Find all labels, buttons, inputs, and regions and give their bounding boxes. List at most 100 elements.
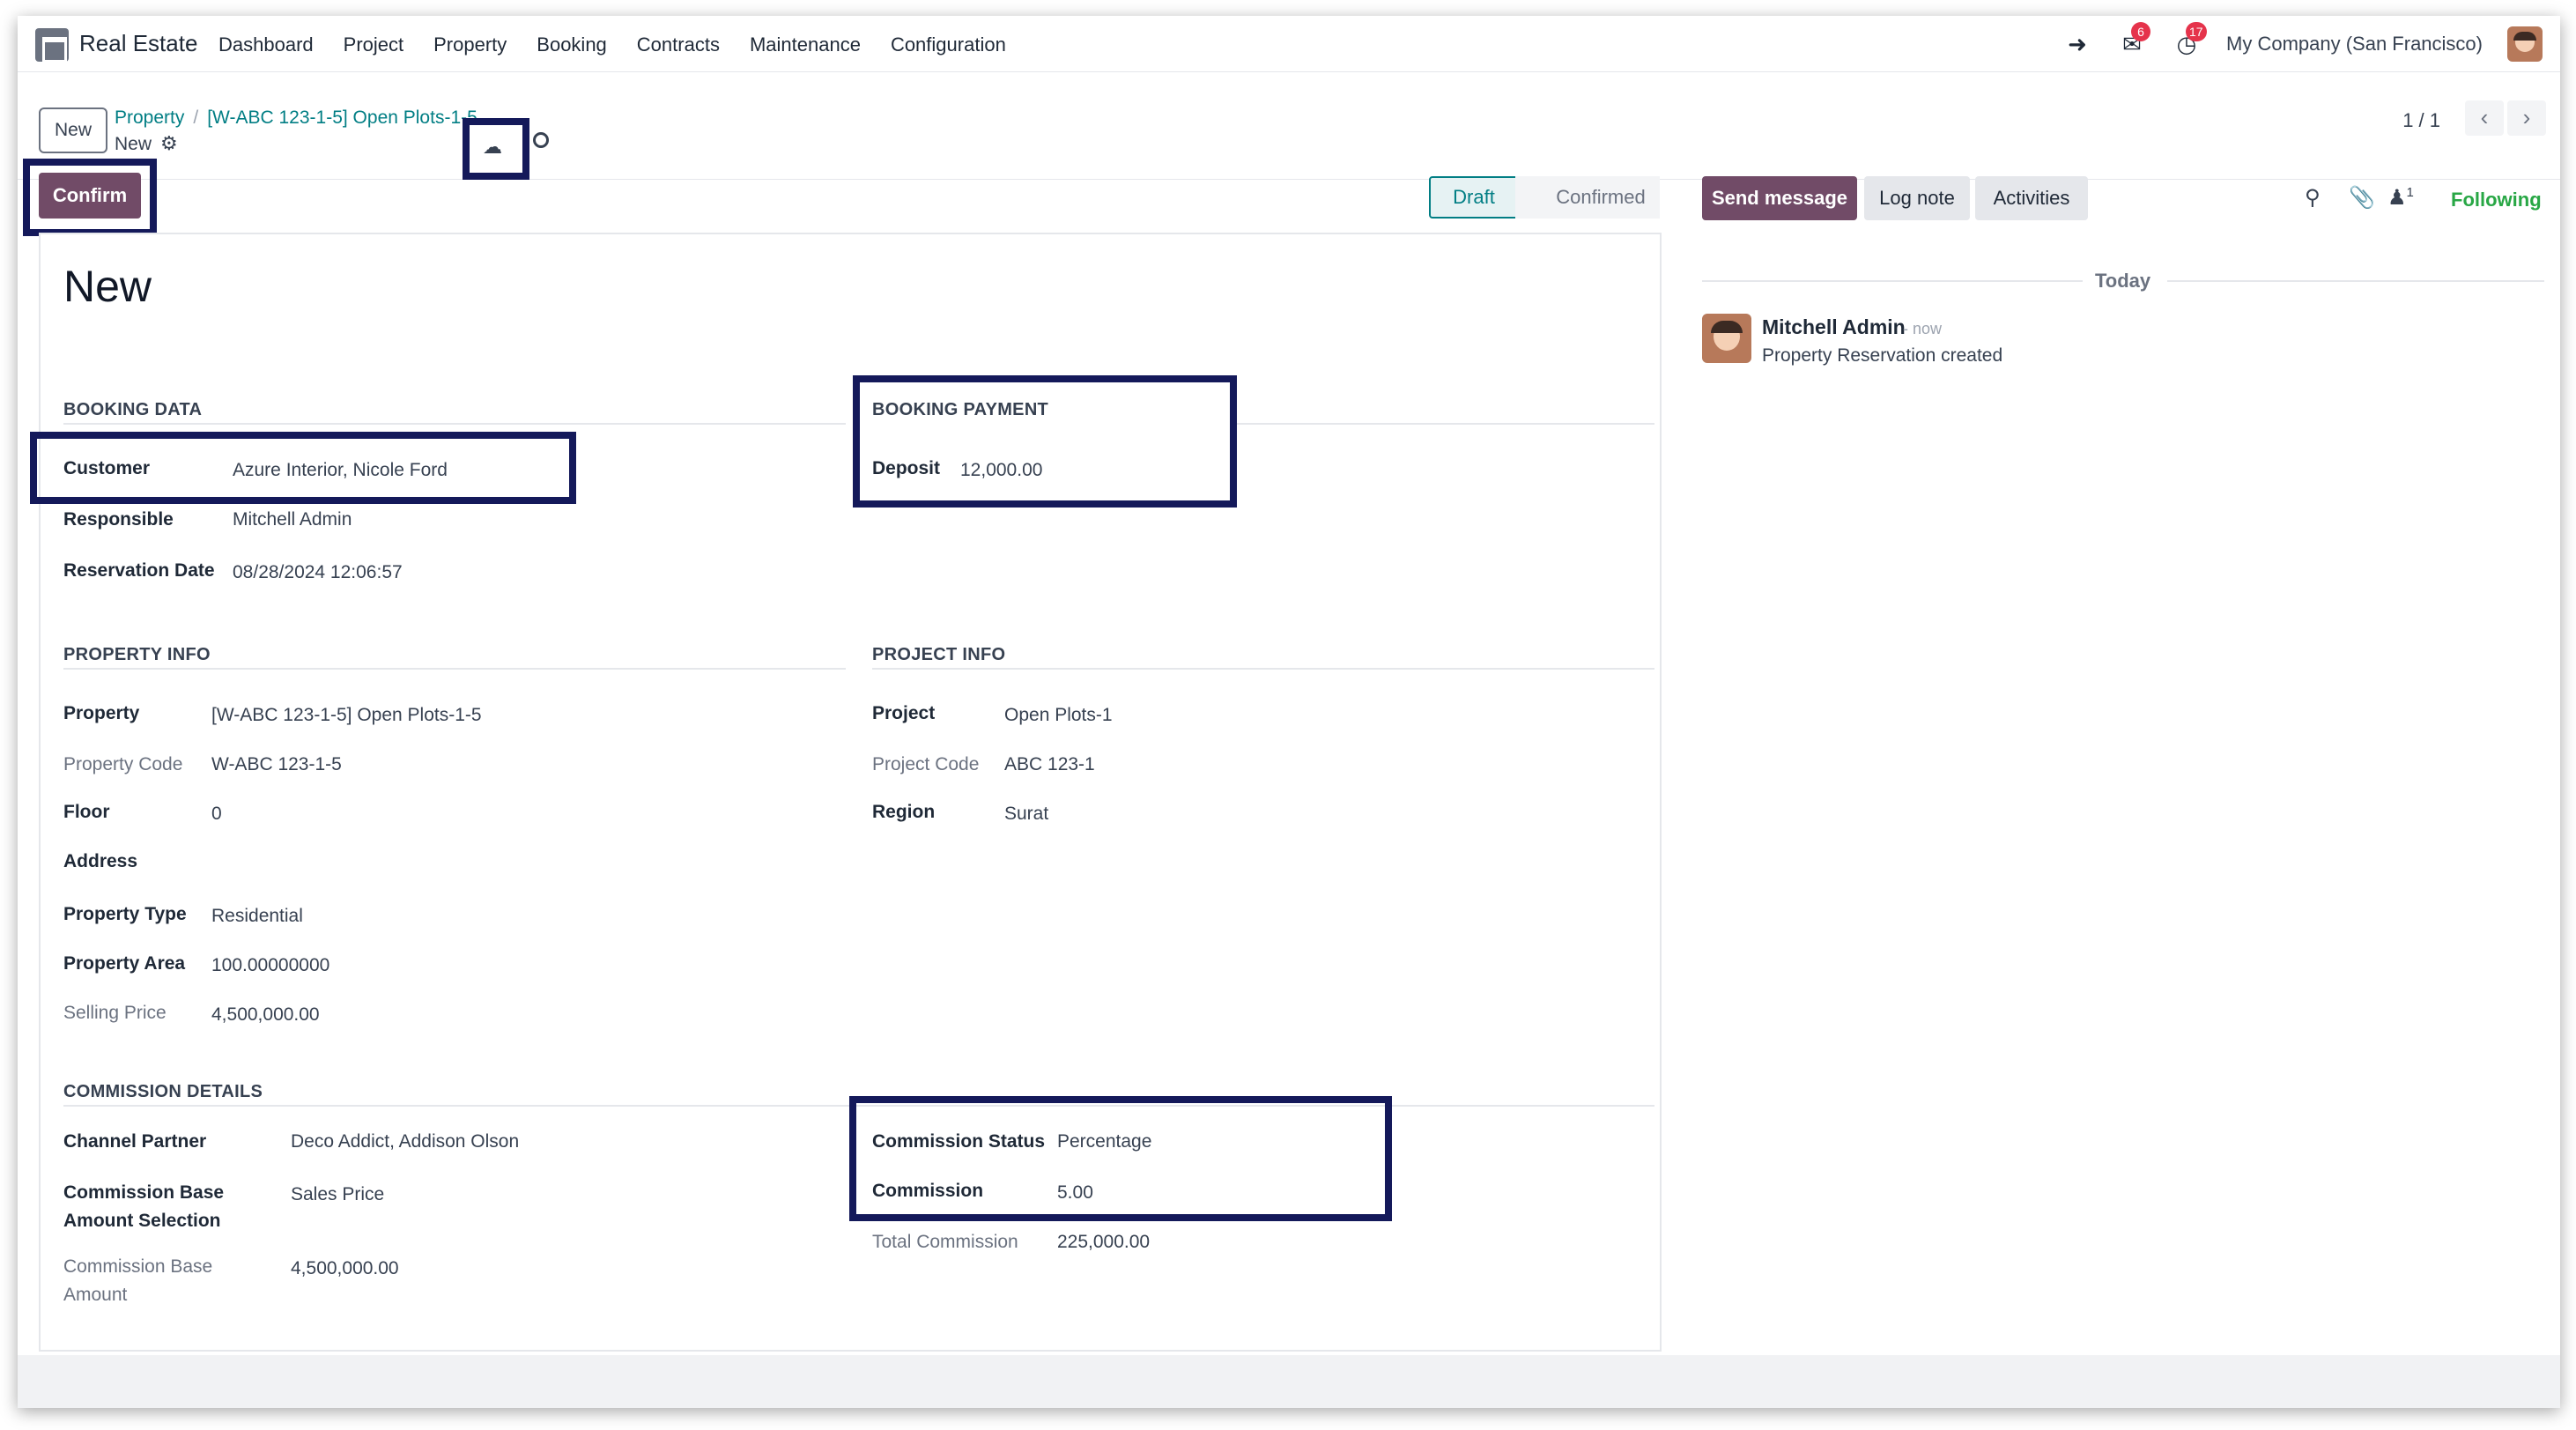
date-separator: Today: [2095, 270, 2151, 292]
project-label: Project: [872, 703, 936, 723]
status-confirmed-label: Confirmed: [1556, 186, 1646, 208]
breadcrumb-record[interactable]: [W-ABC 123-1-5] Open Plots-1-5: [207, 107, 477, 128]
sign-in-icon[interactable]: ➜: [2062, 29, 2092, 59]
commission-highlight-box: [849, 1096, 1392, 1221]
selling-price-label: Selling Price: [63, 1003, 167, 1023]
activities-button[interactable]: Activities: [1975, 176, 2088, 220]
breadcrumb: Property / [W-ABC 123-1-5] Open Plots-1-5: [115, 107, 477, 129]
property-type-field[interactable]: Residential: [211, 906, 303, 927]
booking-payment-highlight-box: [853, 375, 1237, 508]
commission-status-field[interactable]: Percentage: [1057, 1131, 1151, 1152]
total-commission-field: 225,000.00: [1057, 1232, 1151, 1252]
property-label: Property: [63, 703, 140, 723]
gear-icon[interactable]: ⚙: [160, 132, 178, 155]
messages-icon[interactable]: ✉ 6: [2117, 22, 2151, 59]
control-panel: New Property / [W-ABC 123-1-5] Open Plots-…: [18, 72, 2560, 180]
project-code-label: Project Code: [872, 754, 980, 774]
menu-property[interactable]: Property: [433, 33, 507, 56]
responsible-label: Responsible: [63, 509, 174, 530]
deposit-label: Deposit: [872, 458, 941, 478]
commission-details-title: COMMISSION DETAILS: [63, 1082, 263, 1101]
menu-maintenance[interactable]: Maintenance: [750, 33, 861, 56]
property-area-field[interactable]: 100.00000000: [211, 955, 329, 976]
user-avatar[interactable]: [2507, 26, 2543, 62]
record-name[interactable]: New: [63, 261, 152, 312]
commission-base-amount-label-line1: Commission Base: [63, 1256, 213, 1277]
navbar-systray: ➜ ✉ 6 ◷ 17 My Company (San Francisco): [2062, 22, 2543, 63]
app-window: Real Estate Dashboard Project Property B…: [18, 16, 2560, 1408]
pager-previous-icon[interactable]: ‹: [2465, 100, 2504, 136]
followers-icon[interactable]: ♟1: [2387, 185, 2414, 211]
menu-dashboard[interactable]: Dashboard: [218, 33, 314, 56]
commission-base-selection-label-line2: Amount Selection: [63, 1211, 221, 1231]
commission-field[interactable]: 5.00: [1057, 1182, 1093, 1204]
log-note-button[interactable]: Log note: [1864, 176, 1970, 220]
message-author[interactable]: Mitchell Admin: [1762, 315, 1906, 339]
menu-contracts[interactable]: Contracts: [637, 33, 720, 56]
activities-badge: 17: [2186, 22, 2207, 41]
activities-clock-icon[interactable]: ◷ 17: [2172, 22, 2207, 59]
search-icon[interactable]: ⚲: [2305, 185, 2321, 211]
breadcrumb-separator: /: [193, 107, 199, 128]
date-separator-line-left: [1702, 280, 2083, 282]
total-commission-label: Total Commission: [872, 1232, 1018, 1252]
menu-configuration[interactable]: Configuration: [891, 33, 1006, 56]
status-draft-label: Draft: [1453, 186, 1495, 208]
send-message-button[interactable]: Send message: [1702, 176, 1857, 220]
region-field[interactable]: Surat: [1004, 804, 1048, 825]
property-field[interactable]: [W-ABC 123-1-5] Open Plots-1-5: [211, 705, 482, 726]
date-separator-line-right: [2167, 280, 2544, 282]
responsible-field[interactable]: Mitchell Admin: [233, 509, 352, 530]
menu-booking[interactable]: Booking: [537, 33, 607, 56]
property-code-field: W-ABC 123-1-5: [211, 754, 342, 774]
booking-data-divider: [63, 423, 846, 425]
deposit-field[interactable]: 12,000.00: [960, 460, 1042, 481]
message-time: - now: [1903, 320, 1943, 337]
property-area-label: Property Area: [63, 953, 186, 974]
company-switcher[interactable]: My Company (San Francisco): [2226, 33, 2483, 56]
reservation-date-label: Reservation Date: [63, 560, 215, 581]
floor-field[interactable]: 0: [211, 804, 222, 825]
status-draft[interactable]: Draft: [1429, 176, 1519, 219]
customer-label: Customer: [63, 458, 151, 478]
floor-label: Floor: [63, 802, 110, 822]
commission-base-selection-field[interactable]: Sales Price: [291, 1184, 384, 1205]
paperclip-icon[interactable]: 📎: [2349, 185, 2375, 211]
app-name[interactable]: Real Estate: [79, 30, 197, 57]
save-cloud-icon[interactable]: ☁: [483, 136, 502, 159]
discard-icon[interactable]: [533, 132, 549, 148]
channel-partner-field[interactable]: Deco Addict, Addison Olson: [291, 1131, 519, 1152]
project-info-divider: [872, 668, 1654, 670]
new-button[interactable]: New: [39, 107, 107, 153]
customer-field[interactable]: Azure Interior, Nicole Ford: [233, 460, 448, 481]
region-label: Region: [872, 802, 936, 822]
project-info-title: PROJECT INFO: [872, 645, 1006, 664]
address-label: Address: [63, 851, 138, 871]
confirm-button[interactable]: Confirm: [39, 173, 141, 219]
messages-badge: 6: [2131, 22, 2151, 41]
booking-payment-title: BOOKING PAYMENT: [872, 400, 1049, 419]
real-estate-app-icon[interactable]: [35, 28, 69, 63]
commission-label: Commission: [872, 1181, 984, 1201]
channel-partner-label: Channel Partner: [63, 1131, 207, 1152]
property-code-label: Property Code: [63, 754, 183, 774]
pager-value[interactable]: 1 / 1: [2402, 109, 2440, 132]
commission-base-selection-label-line1: Commission Base: [63, 1182, 225, 1203]
selling-price-field: 4,500,000.00: [211, 1004, 320, 1025]
following-button[interactable]: Following: [2451, 189, 2542, 211]
followers-count: 1: [2406, 185, 2414, 200]
reservation-date-field[interactable]: 08/28/2024 12:06:57: [233, 562, 403, 583]
project-field[interactable]: Open Plots-1: [1004, 705, 1113, 726]
pager-next-icon[interactable]: ›: [2507, 100, 2546, 136]
project-code-field: ABC 123-1: [1004, 754, 1095, 774]
breadcrumb-property[interactable]: Property: [115, 107, 184, 128]
commission-base-amount-field: 4,500,000.00: [291, 1258, 399, 1278]
message-body: Property Reservation created: [1762, 345, 2003, 366]
message-author-avatar[interactable]: [1702, 314, 1751, 363]
commission-base-amount-label-line2: Amount: [63, 1285, 128, 1305]
status-confirmed[interactable]: Confirmed: [1515, 176, 1660, 219]
menu-project[interactable]: Project: [344, 33, 403, 56]
record-title: New: [115, 134, 152, 154]
property-info-divider: [63, 668, 846, 670]
commission-status-label: Commission Status: [872, 1131, 1046, 1152]
